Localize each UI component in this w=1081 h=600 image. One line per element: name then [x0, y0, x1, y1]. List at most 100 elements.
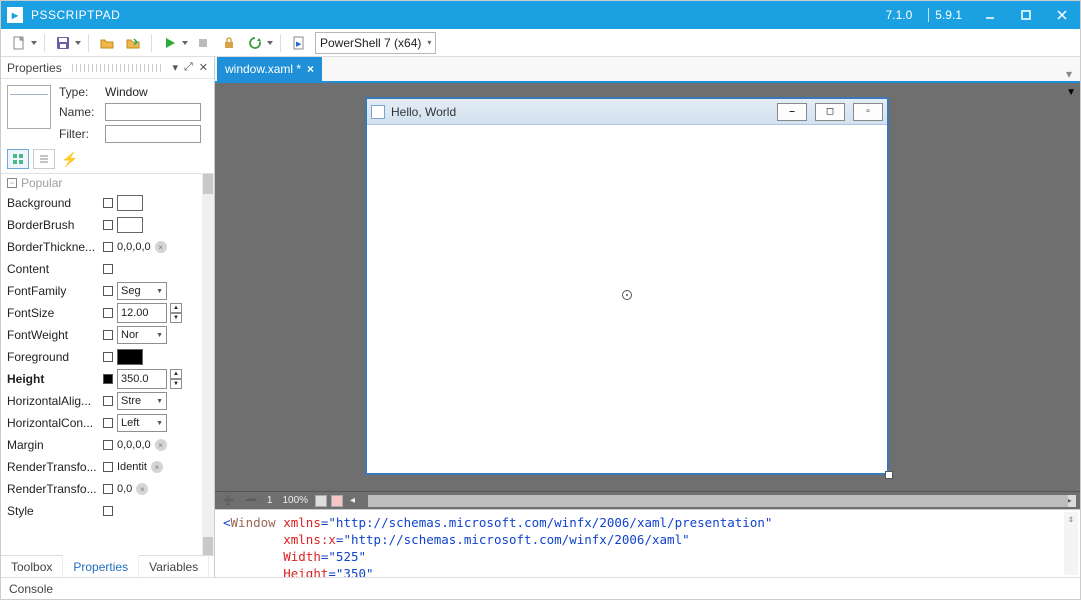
- value-marker[interactable]: [103, 418, 113, 428]
- properties-title: Properties: [7, 61, 62, 75]
- close-button[interactable]: [1044, 1, 1080, 29]
- run-button[interactable]: [158, 32, 182, 54]
- value-marker[interactable]: [103, 308, 113, 318]
- minimize-button[interactable]: [972, 1, 1008, 29]
- value-marker[interactable]: [103, 396, 113, 406]
- grid-toggle-icon[interactable]: [315, 495, 327, 507]
- spin-up[interactable]: ▲: [170, 303, 182, 313]
- alphabetical-view-button[interactable]: [33, 149, 55, 169]
- tab-close-icon[interactable]: ×: [307, 62, 314, 76]
- designer-menu-icon[interactable]: ▼: [1066, 87, 1076, 98]
- export-button[interactable]: [121, 32, 145, 54]
- value-marker[interactable]: [103, 198, 113, 208]
- designer-hscrollbar[interactable]: [368, 495, 1058, 507]
- borderbrush-swatch[interactable]: [117, 217, 143, 233]
- value-marker[interactable]: [103, 440, 113, 450]
- stop-button[interactable]: [191, 32, 215, 54]
- designer-canvas[interactable]: ▼ Hello, World – ◻ ▫: [215, 83, 1080, 491]
- tab-variables[interactable]: Variables: [139, 556, 209, 577]
- reset-icon[interactable]: ×: [155, 241, 167, 253]
- value-marker[interactable]: [103, 330, 113, 340]
- spin-up[interactable]: ▲: [170, 369, 182, 379]
- spin-down[interactable]: ▼: [170, 379, 182, 389]
- lock-button[interactable]: [217, 32, 241, 54]
- chevron-left-icon[interactable]: ◂: [347, 494, 358, 508]
- tab-properties[interactable]: Properties: [63, 555, 139, 577]
- spin-down[interactable]: ▼: [170, 313, 182, 323]
- console-tab[interactable]: Console: [1, 577, 1080, 599]
- close-panel-icon[interactable]: ✕: [199, 61, 208, 74]
- prop-borderbrush: BorderBrush: [7, 218, 99, 232]
- tab-overflow-button[interactable]: ▾: [1058, 67, 1080, 81]
- category-popular[interactable]: −Popular: [1, 174, 214, 192]
- script-icon[interactable]: ▶: [287, 32, 311, 54]
- value-marker[interactable]: [103, 264, 113, 274]
- refresh-button[interactable]: [243, 32, 267, 54]
- editor-tab-windowxaml[interactable]: window.xaml * ×: [217, 57, 322, 81]
- maximize-button[interactable]: [1008, 1, 1044, 29]
- value-marker[interactable]: [103, 286, 113, 296]
- prop-background: Background: [7, 196, 99, 210]
- reset-icon[interactable]: ×: [151, 461, 163, 473]
- save-dropdown[interactable]: [74, 32, 82, 54]
- value-marker[interactable]: [103, 374, 113, 384]
- prop-horizontalalignment: HorizontalAlig...: [7, 394, 99, 408]
- rtransform-value[interactable]: Identit: [117, 461, 147, 473]
- prop-horizontalcontentalignment: HorizontalCon...: [7, 416, 99, 430]
- svg-text:▶: ▶: [296, 41, 302, 48]
- value-marker[interactable]: [103, 506, 113, 516]
- preview-minimize-icon: –: [777, 103, 807, 121]
- margin-value[interactable]: 0,0,0,0: [117, 439, 151, 451]
- type-label: Type:: [59, 85, 101, 99]
- properties-scrollbar[interactable]: [202, 174, 214, 555]
- reset-icon[interactable]: ×: [136, 483, 148, 495]
- filter-input[interactable]: [105, 125, 201, 143]
- prop-content: Content: [7, 262, 99, 276]
- type-value: Window: [105, 85, 148, 99]
- designer-selection[interactable]: Hello, World – ◻ ▫: [365, 97, 889, 475]
- open-folder-button[interactable]: [95, 32, 119, 54]
- preview-close-icon: ▫: [853, 103, 883, 121]
- background-swatch[interactable]: [117, 195, 143, 211]
- fontfamily-combo[interactable]: Seg▼: [117, 282, 167, 300]
- rtorigin-value[interactable]: 0,0: [117, 483, 132, 495]
- fontweight-combo[interactable]: Nor▼: [117, 326, 167, 344]
- halign-combo[interactable]: Stre▼: [117, 392, 167, 410]
- run-dropdown[interactable]: [181, 32, 189, 54]
- zoom-in-button[interactable]: ➕: [219, 494, 237, 508]
- value-marker[interactable]: [103, 352, 113, 362]
- new-file-dropdown[interactable]: [30, 32, 38, 54]
- version-separator: [928, 8, 929, 22]
- resize-handle-br[interactable]: [885, 471, 893, 479]
- value-marker[interactable]: [103, 462, 113, 472]
- events-view-button[interactable]: ⚡: [59, 149, 81, 169]
- chevron-down-icon[interactable]: ▾: [172, 61, 178, 74]
- designer-center-glyph: [622, 290, 632, 300]
- tab-toolbox[interactable]: Toolbox: [1, 556, 63, 577]
- hcontent-combo[interactable]: Left▼: [117, 414, 167, 432]
- value-marker[interactable]: [103, 220, 113, 230]
- value-marker[interactable]: [103, 242, 113, 252]
- foreground-swatch[interactable]: [117, 349, 143, 365]
- snap-toggle-icon[interactable]: [331, 495, 343, 507]
- new-file-button[interactable]: [7, 32, 31, 54]
- save-button[interactable]: [51, 32, 75, 54]
- name-input[interactable]: [105, 103, 201, 121]
- pin-icon[interactable]: ⤢: [184, 61, 193, 74]
- side-panel-tabs: Toolbox Properties Variables: [1, 555, 214, 577]
- categorized-view-button[interactable]: [7, 149, 29, 169]
- fontsize-input[interactable]: 12.00: [117, 303, 167, 323]
- runtime-selector[interactable]: PowerShell 7 (x64) ▾: [315, 32, 436, 54]
- reset-icon[interactable]: ×: [155, 439, 167, 451]
- height-input[interactable]: 350.0: [117, 369, 167, 389]
- split-toggle-icon[interactable]: ⇕: [1065, 513, 1077, 525]
- zoom-out-button[interactable]: ➖: [241, 494, 259, 508]
- panel-grip[interactable]: [72, 64, 163, 72]
- refresh-dropdown[interactable]: [266, 32, 274, 54]
- xaml-code-editor[interactable]: <Window xmlns="http://schemas.microsoft.…: [215, 509, 1080, 577]
- borderthickness-value[interactable]: 0,0,0,0: [117, 241, 151, 253]
- app-window: ▶ PSSCRIPTPAD 7.1.0 5.9.1 ▶ PowerShell 7…: [0, 0, 1081, 600]
- collapse-icon[interactable]: −: [7, 178, 17, 188]
- value-marker[interactable]: [103, 484, 113, 494]
- prop-height: Height: [7, 372, 99, 386]
